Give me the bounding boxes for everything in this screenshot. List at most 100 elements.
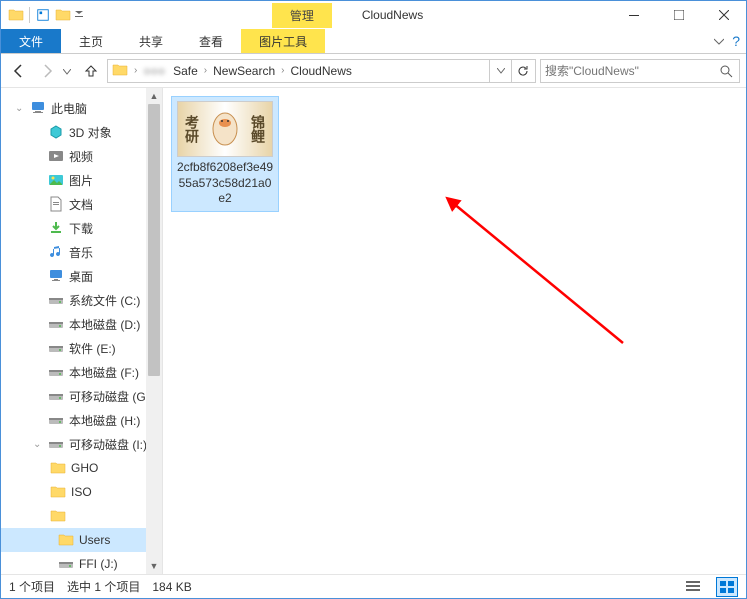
tree-label: 本地磁盘 (F:) xyxy=(69,364,139,381)
qat-dropdown-icon[interactable] xyxy=(74,7,84,23)
tree-this-pc[interactable]: ⌄ 此电脑 xyxy=(1,96,162,120)
up-button[interactable] xyxy=(79,59,103,83)
scroll-down-icon[interactable]: ▼ xyxy=(146,558,162,574)
tab-share[interactable]: 共享 xyxy=(121,29,181,53)
drive-icon xyxy=(47,411,65,429)
scroll-up-icon[interactable]: ▲ xyxy=(146,88,162,104)
status-selected: 选中 1 个项目 xyxy=(67,578,140,595)
folder-icon xyxy=(57,531,75,549)
folder-icon xyxy=(7,6,25,24)
tree-item[interactable]: 3D 对象 xyxy=(1,120,162,144)
tree-item[interactable]: 视频 xyxy=(1,144,162,168)
content-area[interactable]: 考研 锦鲤 2cfb8f6208ef3e4955a573c58d21a0e2 xyxy=(163,88,746,574)
titlebar-center: 管理 CloudNews xyxy=(84,3,611,28)
breadcrumb-segment[interactable]: CloudNews xyxy=(287,64,356,78)
tree-item[interactable]: ⌄ 可移动磁盘 (I:) xyxy=(1,432,162,456)
file-thumbnail: 考研 锦鲤 xyxy=(177,101,273,157)
desktop-icon xyxy=(47,267,65,285)
properties-icon[interactable] xyxy=(34,6,52,24)
chevron-right-icon[interactable]: › xyxy=(202,65,209,76)
folder-icon xyxy=(112,62,130,80)
refresh-button[interactable] xyxy=(511,60,533,82)
maximize-button[interactable] xyxy=(656,1,701,29)
navigation-pane[interactable]: ⌄ 此电脑 3D 对象视频图片文档下载音乐桌面系统文件 (C:) 本地磁盘 (D:… xyxy=(1,88,163,574)
back-button[interactable] xyxy=(7,59,31,83)
tree-label: 软件 (E:) xyxy=(69,340,116,357)
video-icon xyxy=(47,147,65,165)
ribbon-expand-icon[interactable] xyxy=(710,32,728,50)
breadcrumb-segment[interactable]: Safe xyxy=(169,64,202,78)
tree-label: 图片 xyxy=(69,172,93,189)
tree-item[interactable]: 音乐 xyxy=(1,240,162,264)
tree-item[interactable]: Users xyxy=(1,528,162,552)
tree-item[interactable]: 本地磁盘 (F:) xyxy=(1,360,162,384)
drive-icon xyxy=(47,315,65,333)
folder-icon xyxy=(49,507,67,525)
history-dropdown-icon[interactable] xyxy=(63,64,75,78)
folder-icon xyxy=(49,459,67,477)
tree-item[interactable]: FFI (J:) xyxy=(1,552,162,574)
tree-label: 视频 xyxy=(69,148,93,165)
search-input[interactable] xyxy=(545,64,717,78)
tree-item[interactable]: 文档 xyxy=(1,192,162,216)
tree-label: 系统文件 (C:) xyxy=(69,292,140,309)
view-details-button[interactable] xyxy=(682,577,704,597)
tree-item[interactable]: 本地磁盘 (H:) xyxy=(1,408,162,432)
tree-label: 下载 xyxy=(69,220,93,237)
tree-label: 可移动磁盘 (I:) xyxy=(69,436,147,453)
file-name: 2cfb8f6208ef3e4955a573c58d21a0e2 xyxy=(176,160,274,207)
music-icon xyxy=(47,243,65,261)
tree-label xyxy=(71,508,95,525)
tree-item[interactable]: 桌面 xyxy=(1,264,162,288)
drive-icon xyxy=(47,291,65,309)
tree-item[interactable]: 系统文件 (C:) xyxy=(1,288,162,312)
folder-icon xyxy=(49,483,67,501)
tree-item[interactable]: 本地磁盘 (D:) xyxy=(1,312,162,336)
computer-icon xyxy=(29,99,47,117)
tab-view[interactable]: 查看 xyxy=(181,29,241,53)
tree-item[interactable]: 可移动磁盘 (G:) xyxy=(1,384,162,408)
breadcrumb-segment[interactable]: ○○○ xyxy=(139,64,169,78)
minimize-button[interactable] xyxy=(611,1,656,29)
tree-item[interactable]: 下载 xyxy=(1,216,162,240)
file-item[interactable]: 考研 锦鲤 2cfb8f6208ef3e4955a573c58d21a0e2 xyxy=(171,96,279,212)
status-size: 184 KB xyxy=(152,580,191,594)
chevron-right-icon[interactable]: › xyxy=(132,65,139,76)
close-button[interactable] xyxy=(701,1,746,29)
breadcrumb-segment[interactable]: NewSearch xyxy=(209,64,279,78)
tree-item[interactable] xyxy=(1,504,162,528)
body: ⌄ 此电脑 3D 对象视频图片文档下载音乐桌面系统文件 (C:) 本地磁盘 (D:… xyxy=(1,88,746,574)
tree-item[interactable]: ISO xyxy=(1,480,162,504)
drive-icon xyxy=(47,363,65,381)
quick-access-toolbar xyxy=(1,6,84,24)
scrollbar[interactable]: ▲ ▼ xyxy=(146,88,162,574)
tree-item[interactable]: 软件 (E:) xyxy=(1,336,162,360)
tree-label: 音乐 xyxy=(69,244,93,261)
view-icons-button[interactable] xyxy=(716,577,738,597)
search-box[interactable] xyxy=(540,59,740,83)
tab-picture-tools[interactable]: 图片工具 xyxy=(241,29,325,53)
tree-label: 可移动磁盘 (G:) xyxy=(69,388,153,405)
new-folder-icon[interactable] xyxy=(54,6,72,24)
documents-icon xyxy=(47,195,65,213)
tab-file[interactable]: 文件 xyxy=(1,29,61,53)
search-icon[interactable] xyxy=(717,62,735,80)
forward-button[interactable] xyxy=(35,59,59,83)
tree-item[interactable]: GHO xyxy=(1,456,162,480)
chevron-right-icon[interactable]: › xyxy=(279,65,286,76)
tab-home[interactable]: 主页 xyxy=(61,29,121,53)
tree-label: FFI (J:) xyxy=(79,557,118,571)
chevron-down-icon[interactable]: ⌄ xyxy=(33,439,43,450)
chevron-down-icon[interactable]: ⌄ xyxy=(15,103,25,114)
breadcrumb-dropdown-icon[interactable] xyxy=(489,60,511,82)
tree-item[interactable]: 图片 xyxy=(1,168,162,192)
help-icon[interactable]: ? xyxy=(732,33,740,49)
window-controls xyxy=(611,1,746,29)
scroll-thumb[interactable] xyxy=(148,104,160,376)
breadcrumb[interactable]: › ○○○ Safe › NewSearch › CloudNews xyxy=(107,59,536,83)
drive-icon xyxy=(57,555,75,573)
scroll-track[interactable] xyxy=(146,104,162,558)
ribbon-tabs: 文件 主页 共享 查看 图片工具 ? xyxy=(1,29,746,54)
tree-label: 此电脑 xyxy=(51,100,87,117)
tree-label: Users xyxy=(79,533,110,547)
